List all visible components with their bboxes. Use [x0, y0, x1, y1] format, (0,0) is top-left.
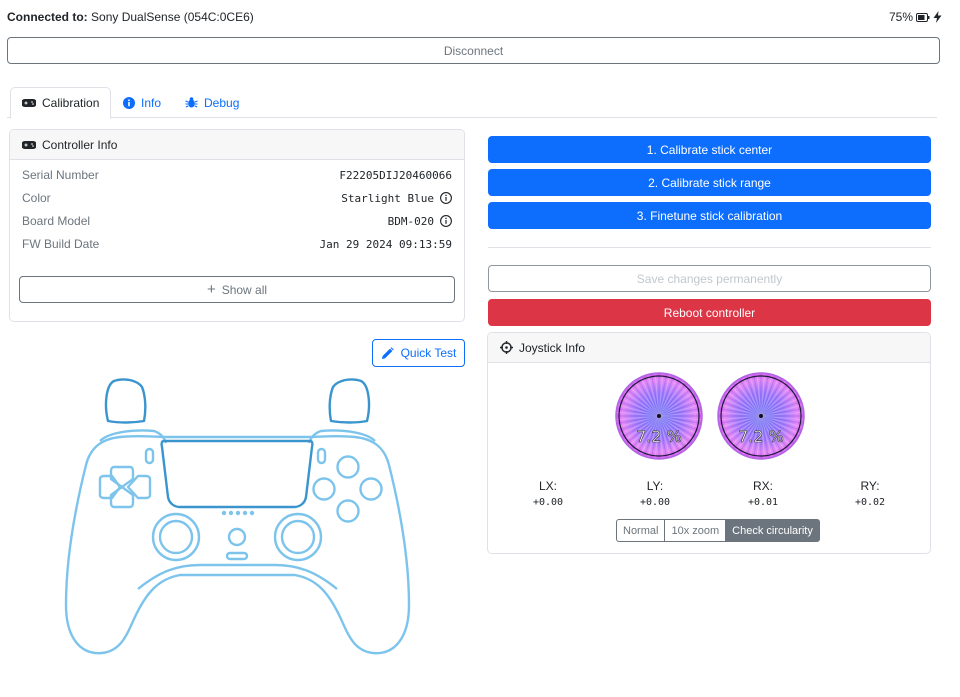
show-all-button[interactable]: + Show all: [19, 276, 455, 303]
battery-icon: [916, 12, 930, 22]
charging-bolt-icon: [933, 11, 942, 23]
r2-trigger: [328, 378, 371, 424]
tab-info-label: Info: [141, 95, 162, 110]
calibrate-center-button[interactable]: 1. Calibrate stick center: [488, 136, 931, 163]
tab-calibration-label: Calibration: [42, 96, 100, 110]
axis-label: RY:: [860, 479, 880, 493]
axis-label: RX:: [752, 479, 773, 493]
info-key: Color: [22, 191, 51, 205]
joystick-info-header: Joystick Info: [488, 333, 930, 363]
tab-debug[interactable]: Debug: [174, 87, 250, 118]
pencil-icon: [381, 346, 394, 359]
l2-trigger: [104, 378, 147, 424]
status-bar: Connected to: Sony DualSense (054C:0CE6)…: [7, 10, 942, 26]
bug-icon: [185, 97, 198, 108]
info-row-fw-date: FW Build Date Jan 29 2024 09:13:59: [22, 235, 452, 253]
finetune-calibration-button[interactable]: 3. Finetune stick calibration: [488, 202, 931, 229]
controller-illustration: [64, 378, 411, 655]
controller-info-header: Controller Info: [10, 130, 464, 160]
axis-ry: RY: +0.02: [840, 479, 900, 508]
calibrate-range-button[interactable]: 2. Calibrate stick range: [488, 169, 931, 196]
right-stick-percent: 7.2 %: [738, 427, 784, 446]
mode-normal-button[interactable]: Normal: [616, 519, 666, 542]
mode-zoom-button[interactable]: 10x zoom: [665, 519, 727, 542]
quick-test-button[interactable]: Quick Test: [372, 339, 465, 367]
controller-info-title: Controller Info: [42, 137, 118, 152]
touchpad: [160, 439, 314, 509]
info-value: F22205DIJ20460066: [339, 168, 452, 182]
crosshair-icon: [500, 341, 513, 354]
axis-lx: LX: +0.00: [518, 479, 578, 508]
left-stick-circularity: 7.2 %: [615, 372, 703, 460]
mode-circularity-button[interactable]: Check circularity: [726, 519, 820, 542]
info-row-board: Board Model BDM-020: [22, 212, 452, 230]
right-stick-circularity: 7.2 %: [717, 372, 805, 460]
tab-calibration[interactable]: Calibration: [10, 87, 112, 119]
info-value: BDM-020: [387, 214, 434, 228]
divider: [488, 247, 931, 248]
battery-percent: 75%: [888, 10, 913, 24]
controller-info-card: Controller Info Serial Number F22205DIJ2…: [9, 129, 465, 322]
info-value: Jan 29 2024 09:13:59: [319, 237, 452, 251]
axis-value: +0.00: [639, 497, 671, 508]
axis-label: LX:: [538, 479, 557, 493]
device-name: Sony DualSense (054C:0CE6): [91, 10, 254, 24]
info-outline-icon[interactable]: [440, 192, 452, 204]
axis-ly: LY: +0.00: [625, 479, 685, 508]
disconnect-button[interactable]: Disconnect: [7, 37, 940, 64]
plus-icon: +: [206, 281, 216, 298]
info-row-color: Color Starlight Blue: [22, 189, 452, 207]
reboot-controller-button[interactable]: Reboot controller: [488, 299, 931, 326]
info-key: Board Model: [22, 214, 91, 228]
tab-debug-label: Debug: [204, 95, 240, 110]
tab-info[interactable]: Info: [112, 87, 172, 118]
axis-value: +0.00: [532, 497, 564, 508]
view-mode-group: Normal 10x zoom Check circularity: [616, 519, 820, 542]
quick-test-label: Quick Test: [400, 346, 457, 360]
battery-status: 75%: [889, 10, 942, 24]
info-key: FW Build Date: [22, 237, 100, 251]
gamepad-icon: [22, 99, 36, 107]
save-changes-button[interactable]: Save changes permanently: [488, 265, 931, 292]
axis-value: +0.02: [854, 497, 886, 508]
axis-rx: RX: +0.01: [733, 479, 793, 508]
joystick-info-title: Joystick Info: [519, 340, 586, 355]
axis-label: LY:: [646, 479, 664, 493]
info-value: Starlight Blue: [341, 191, 434, 205]
info-row-serial: Serial Number F22205DIJ20460066: [22, 166, 452, 184]
tab-bar: Calibration Info Debug: [7, 87, 937, 119]
info-circle-icon: [123, 96, 135, 109]
show-all-label: Show all: [221, 282, 268, 297]
axis-value: +0.01: [747, 497, 779, 508]
info-outline-icon[interactable]: [440, 215, 452, 227]
connected-label: Connected to:: [7, 10, 88, 24]
gamepad-icon: [22, 140, 36, 149]
info-key: Serial Number: [22, 168, 99, 182]
left-stick-percent: 7.2 %: [636, 427, 682, 446]
